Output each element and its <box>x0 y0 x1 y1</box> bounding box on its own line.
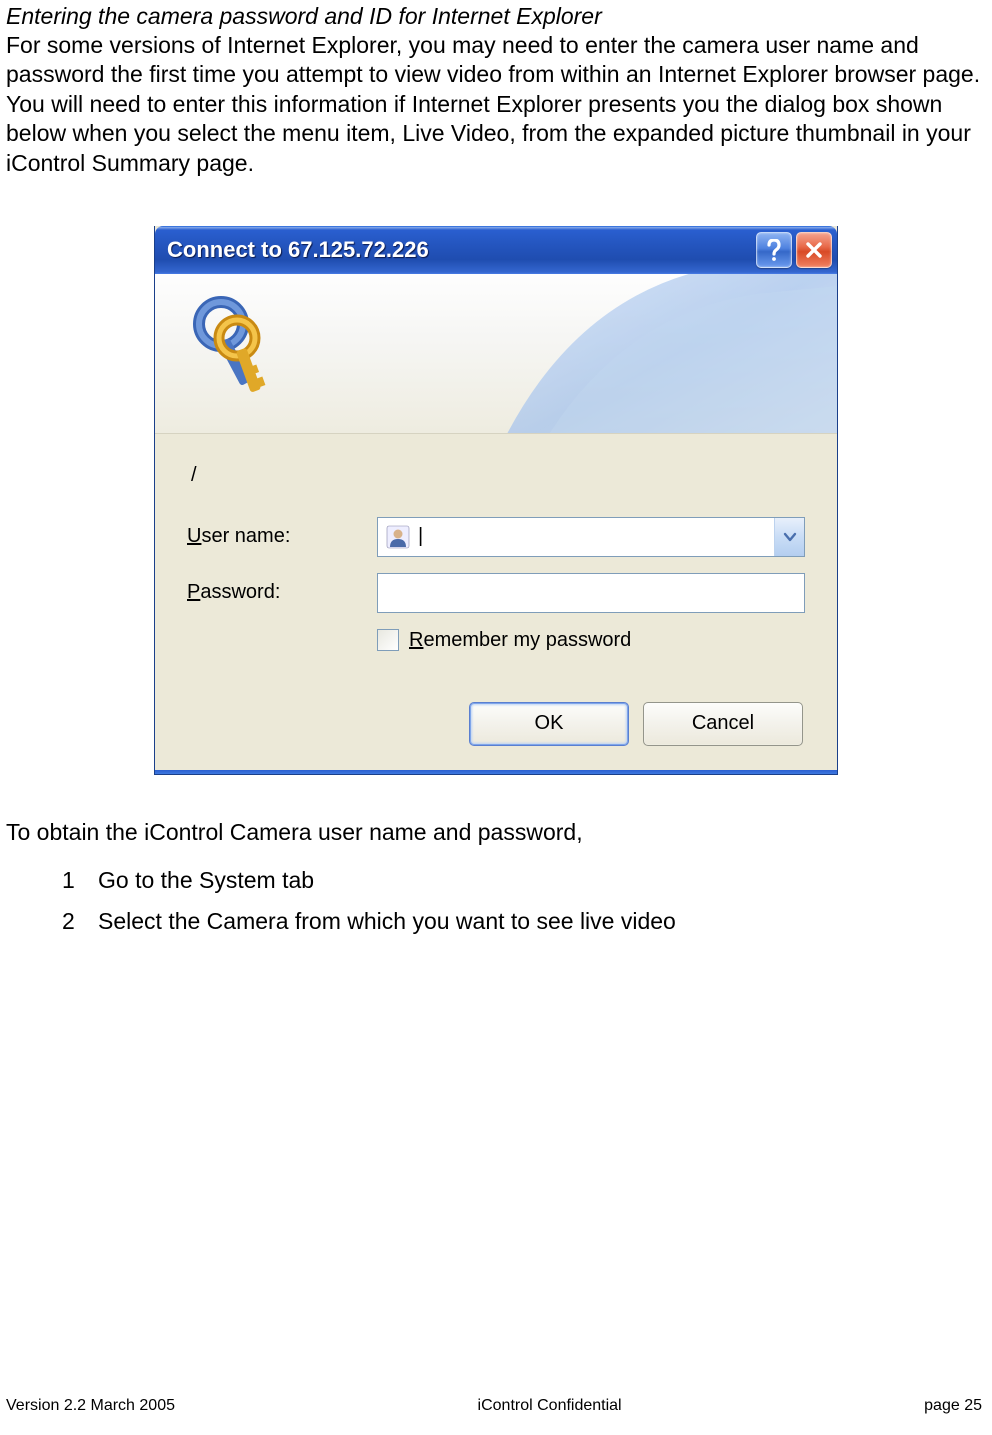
cancel-button[interactable]: Cancel <box>643 702 803 746</box>
remember-label: Remember my password <box>409 629 631 652</box>
realm-text: / <box>191 464 805 487</box>
username-label: User name: <box>187 525 377 548</box>
dialog-banner <box>155 274 837 434</box>
step-2: 2 Select the Camera from which you want … <box>62 903 986 940</box>
ok-button[interactable]: OK <box>469 702 629 746</box>
username-dropdown-arrow[interactable] <box>774 518 804 556</box>
auth-dialog: Connect to 67.125.72.226 <box>154 226 838 775</box>
footer-page: page 25 <box>924 1397 982 1415</box>
close-button[interactable] <box>796 232 832 268</box>
banner-swoosh <box>437 274 837 434</box>
intro-paragraph: For some versions of Internet Explorer, … <box>6 31 986 178</box>
remember-checkbox[interactable] <box>377 629 399 651</box>
help-button[interactable] <box>756 232 792 268</box>
user-icon <box>386 525 410 549</box>
password-input[interactable] <box>377 573 805 613</box>
titlebar: Connect to 67.125.72.226 <box>155 226 837 274</box>
username-value: | <box>418 525 774 548</box>
steps-list: 1 Go to the System tab 2 Select the Came… <box>6 862 986 940</box>
obtain-text: To obtain the iControl Camera user name … <box>6 817 986 848</box>
username-combobox[interactable]: | <box>377 517 805 557</box>
chevron-down-icon <box>783 532 797 542</box>
titlebar-text: Connect to 67.125.72.226 <box>167 237 756 263</box>
footer-center: iControl Confidential <box>175 1397 924 1415</box>
page-footer: Version 2.2 March 2005 iControl Confiden… <box>0 1397 992 1415</box>
password-label: Password: <box>187 581 377 604</box>
step-1: 1 Go to the System tab <box>62 862 986 899</box>
keys-icon <box>179 292 289 402</box>
section-heading: Entering the camera password and ID for … <box>6 2 986 31</box>
footer-version: Version 2.2 March 2005 <box>6 1397 175 1415</box>
